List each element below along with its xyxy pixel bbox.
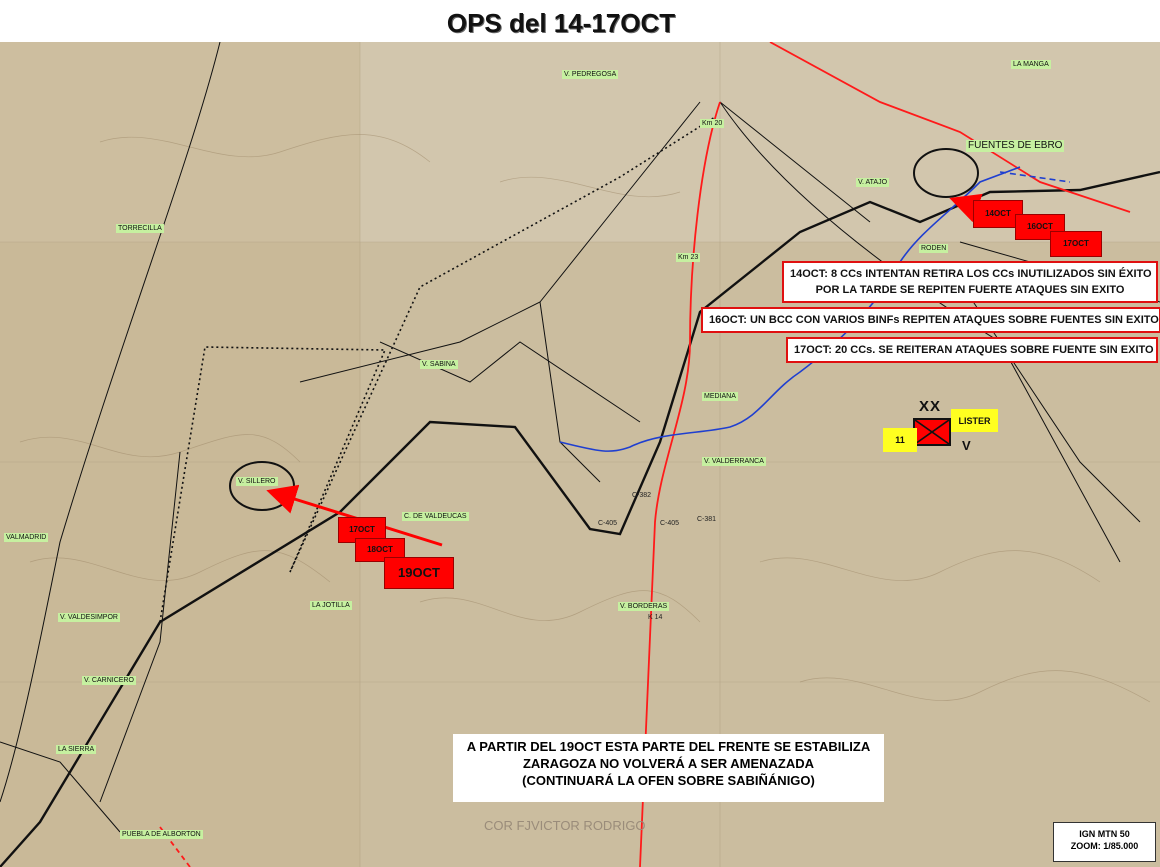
unit-size-label: V — [962, 438, 971, 453]
unit-number-label: 11 — [883, 428, 917, 452]
place-label: LA SIERRA — [56, 745, 97, 754]
map-title: OPS del 14-17OCT — [446, 8, 676, 38]
place-label: V. PEDREGOSA — [562, 70, 619, 79]
place-label: RODEN — [919, 244, 949, 253]
road-label: C-405 — [598, 520, 618, 527]
place-label: LA JOTILLA — [310, 601, 352, 610]
place-label: V. SILLERO — [236, 477, 278, 486]
info-line: POR LA TARDE SE REPITEN FUERTE ATAQUES S… — [815, 284, 1125, 296]
info-box-16oct: 16OCT: UN BCC CON VARIOS BINFs REPITEN A… — [701, 307, 1160, 333]
author-credit: COR FJVICTOR RODRIGO — [484, 818, 646, 833]
note-line: A PARTIR DEL 19OCT ESTA PARTE DEL FRENTE… — [466, 739, 871, 754]
place-label: V. SABINA — [420, 360, 458, 369]
road-label: C-382 — [632, 492, 652, 499]
place-label: VALMADRID — [4, 533, 49, 542]
place-label: V. BORDERAS — [618, 602, 670, 611]
place-label: V. VALDESIMPOR — [58, 613, 120, 622]
place-label: PUEBLA DE ALBORTON — [120, 830, 203, 839]
place-label: TORRECILLA — [116, 224, 164, 233]
attack-date-tag: 17OCT — [1050, 231, 1102, 257]
place-label: V. VALDERRANCA — [702, 457, 766, 466]
place-label: LA MANGA — [1011, 60, 1051, 69]
map-zoom: ZOOM: 1/85.000 — [1070, 841, 1139, 851]
place-label: C. DE VALDEUCAS — [402, 512, 469, 521]
road-label: C-381 — [697, 516, 717, 523]
armor-cross-icon — [915, 420, 949, 444]
stabilization-note: A PARTIR DEL 19OCT ESTA PARTE DEL FRENTE… — [453, 734, 884, 802]
info-box-14oct: 14OCT: 8 CCs INTENTAN RETIRA LOS CCs INU… — [782, 261, 1158, 303]
place-label: MEDIANA — [702, 392, 738, 401]
info-box-17oct: 17OCT: 20 CCs. SE REITERAN ATAQUES SOBRE… — [786, 337, 1158, 363]
road-label: K 14 — [648, 614, 663, 621]
note-line: ZARAGOZA NO VOLVERÁ A SER AMENAZADA — [522, 756, 815, 771]
note-line: (CONTINUARÁ LA OFEN SOBRE SABIÑÁNIGO) — [522, 773, 815, 788]
unit-echelon-marker: XX — [919, 398, 942, 415]
place-label: Km 23 — [676, 253, 701, 262]
place-label: V. CARNICERO — [82, 676, 136, 685]
place-label: V. ATAJO — [856, 178, 890, 187]
place-label: Km 20 — [700, 119, 725, 128]
map-source-box: IGN MTN 50 ZOOM: 1/85.000 — [1053, 822, 1156, 862]
road-label: C-405 — [660, 520, 680, 527]
place-label: FUENTES DE EBRO — [966, 140, 1065, 152]
map-source: IGN MTN 50 — [1079, 829, 1130, 839]
unit-symbol[interactable] — [913, 418, 951, 446]
info-line: 14OCT: 8 CCs INTENTAN RETIRA LOS CCs INU… — [790, 268, 1152, 280]
attack-date-tag: 19OCT — [384, 557, 454, 589]
unit-name-label: LISTER — [951, 409, 998, 432]
